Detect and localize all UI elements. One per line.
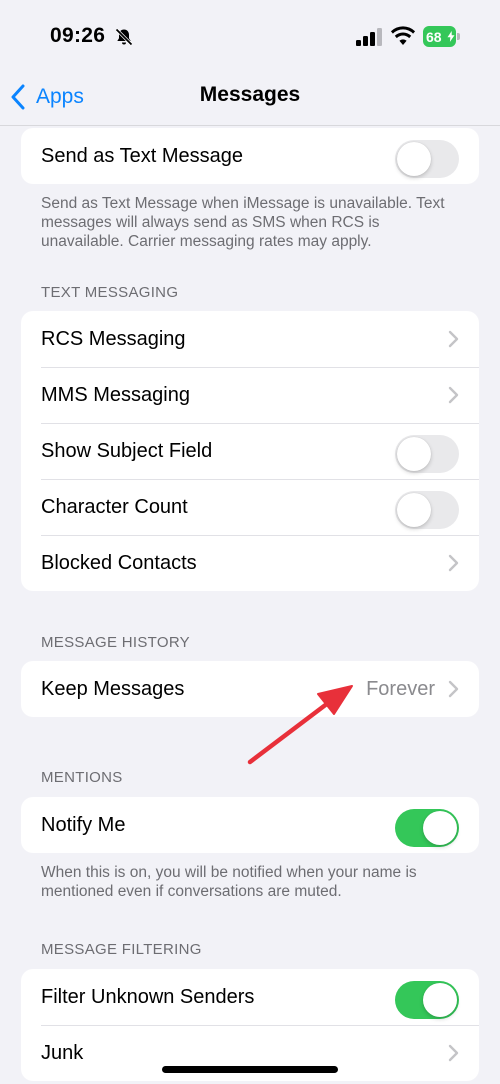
chevron-right-icon bbox=[448, 330, 459, 348]
character-count-label: Character Count bbox=[41, 495, 188, 518]
character-count-toggle[interactable] bbox=[395, 491, 459, 529]
blocked-contacts-row[interactable]: Blocked Contacts bbox=[21, 535, 479, 591]
chevron-right-icon bbox=[448, 386, 459, 404]
rcs-messaging-label: RCS Messaging bbox=[41, 327, 186, 350]
wifi-icon bbox=[391, 26, 415, 45]
section-header-mentions: MENTIONS bbox=[41, 769, 123, 786]
battery-indicator: 68 bbox=[423, 26, 460, 47]
send-as-text-card: Send as Text Message bbox=[21, 128, 479, 184]
filter-unknown-senders-row: Filter Unknown Senders bbox=[21, 969, 479, 1025]
send-as-text-toggle[interactable] bbox=[395, 140, 459, 178]
chevron-right-icon bbox=[448, 554, 459, 572]
show-subject-field-row: Show Subject Field bbox=[21, 423, 479, 479]
battery-tip bbox=[457, 33, 460, 40]
notify-me-row: Notify Me bbox=[21, 797, 479, 853]
send-as-text-row: Send as Text Message bbox=[21, 128, 479, 184]
section-header-message-filtering: MESSAGE FILTERING bbox=[41, 941, 202, 958]
toggle-knob bbox=[397, 493, 431, 527]
mentions-footer: When this is on, you will be notified wh… bbox=[41, 864, 417, 900]
home-indicator[interactable] bbox=[162, 1066, 338, 1073]
status-bar: 09:26 68 bbox=[0, 0, 500, 70]
message-history-card: Keep Messages Forever bbox=[21, 661, 479, 717]
junk-label: Junk bbox=[41, 1041, 84, 1064]
mms-messaging-row[interactable]: MMS Messaging bbox=[21, 367, 479, 423]
show-subject-field-label: Show Subject Field bbox=[41, 439, 213, 462]
charging-bolt-icon bbox=[447, 30, 455, 43]
send-as-text-label: Send as Text Message bbox=[41, 144, 243, 167]
message-filtering-card: Filter Unknown Senders Junk bbox=[21, 969, 479, 1081]
cellular-signal-icon bbox=[356, 28, 382, 46]
character-count-row: Character Count bbox=[21, 479, 479, 535]
keep-messages-label: Keep Messages bbox=[41, 677, 185, 700]
filter-unknown-senders-label: Filter Unknown Senders bbox=[41, 985, 255, 1008]
notify-me-toggle[interactable] bbox=[395, 809, 459, 847]
toggle-knob bbox=[423, 983, 457, 1017]
navigation-bar: Apps Messages bbox=[0, 70, 500, 126]
keep-messages-row[interactable]: Keep Messages Forever bbox=[21, 661, 479, 717]
bell-slash-icon bbox=[115, 28, 133, 46]
notify-me-label: Notify Me bbox=[41, 813, 126, 836]
text-messaging-card: RCS Messaging MMS Messaging Show Subject… bbox=[21, 311, 479, 591]
keep-messages-value: Forever bbox=[366, 677, 435, 700]
status-time: 09:26 bbox=[50, 24, 106, 47]
rcs-messaging-row[interactable]: RCS Messaging bbox=[21, 311, 479, 367]
page-title: Messages bbox=[199, 83, 301, 106]
toggle-knob bbox=[397, 142, 431, 176]
chevron-right-icon bbox=[448, 1044, 459, 1062]
toggle-knob bbox=[423, 811, 457, 845]
section-header-text-messaging: TEXT MESSAGING bbox=[41, 284, 179, 301]
mentions-card: Notify Me bbox=[21, 797, 479, 853]
filter-unknown-senders-toggle[interactable] bbox=[395, 981, 459, 1019]
section-header-message-history: MESSAGE HISTORY bbox=[41, 634, 190, 651]
chevron-right-icon bbox=[448, 680, 459, 698]
mms-messaging-label: MMS Messaging bbox=[41, 383, 190, 406]
send-as-text-footer: Send as Text Message when iMessage is un… bbox=[41, 195, 445, 250]
show-subject-field-toggle[interactable] bbox=[395, 435, 459, 473]
blocked-contacts-label: Blocked Contacts bbox=[41, 551, 197, 574]
toggle-knob bbox=[397, 437, 431, 471]
